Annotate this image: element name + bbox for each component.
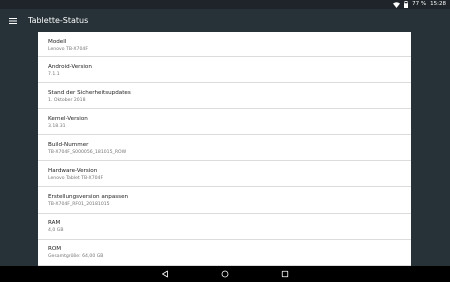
status-list[interactable]: Modell Lenovo TB-X704F Android-Version 7… (38, 32, 411, 266)
row-value: TB-X704F_S000056_181015_ROW (48, 149, 127, 155)
row-title: Stand der Sicherheitsupdates (48, 89, 131, 96)
row-value: Lenovo Tablet TB-X704F (48, 175, 104, 181)
app-bar: Tablette-Status (0, 9, 450, 32)
battery-percent: 77 % (412, 1, 427, 7)
row-title: Build-Nummer (48, 141, 89, 148)
battery-icon (404, 1, 409, 8)
row-value: Lenovo TB-X704F (48, 47, 88, 52)
row-value: 7.1.1 (48, 71, 60, 77)
row-value: 4,0 GB (48, 228, 64, 234)
back-icon[interactable] (160, 269, 170, 279)
row-value: TB-X704F_RF01_20181015 (48, 201, 110, 207)
row-custom-build-version[interactable]: Erstellungsversion anpassen TB-X704F_RF0… (38, 187, 411, 214)
row-title: Erstellungsversion anpassen (48, 193, 129, 200)
row-kernel-version[interactable]: Kernel-Version 3.18.31 (38, 109, 411, 136)
row-value: Gesamtgröße: 64,00 GB (48, 254, 104, 260)
row-model[interactable]: Modell Lenovo TB-X704F (38, 32, 411, 57)
row-title: Android-Version (48, 63, 92, 70)
row-title: Modell (48, 39, 67, 45)
navigation-bar (0, 266, 450, 282)
home-icon[interactable] (220, 269, 230, 279)
row-value: 1. Oktober 2018 (48, 97, 86, 103)
row-rom[interactable]: ROM Gesamtgröße: 64,00 GB (38, 240, 411, 266)
row-build-number[interactable]: Build-Nummer TB-X704F_S000056_181015_ROW (38, 135, 411, 162)
row-title: Hardware-Version (48, 167, 98, 174)
row-title: RAM (48, 220, 61, 227)
row-android-version[interactable]: Android-Version 7.1.1 (38, 57, 411, 84)
row-ram[interactable]: RAM 4,0 GB (38, 214, 411, 240)
page-title: Tablette-Status (28, 16, 89, 25)
row-title: ROM (48, 246, 62, 253)
row-security-patch[interactable]: Stand der Sicherheitsupdates 1. Oktober … (38, 83, 411, 110)
wifi-icon (393, 1, 401, 8)
status-bar: 77 % 15:28 (0, 0, 450, 9)
row-value: 3.18.31 (48, 123, 66, 129)
recents-icon[interactable] (280, 269, 290, 279)
row-title: Kernel-Version (48, 115, 88, 122)
clock: 15:28 (430, 1, 446, 7)
row-hardware-version[interactable]: Hardware-Version Lenovo Tablet TB-X704F (38, 161, 411, 188)
hamburger-menu-icon[interactable] (0, 9, 26, 32)
